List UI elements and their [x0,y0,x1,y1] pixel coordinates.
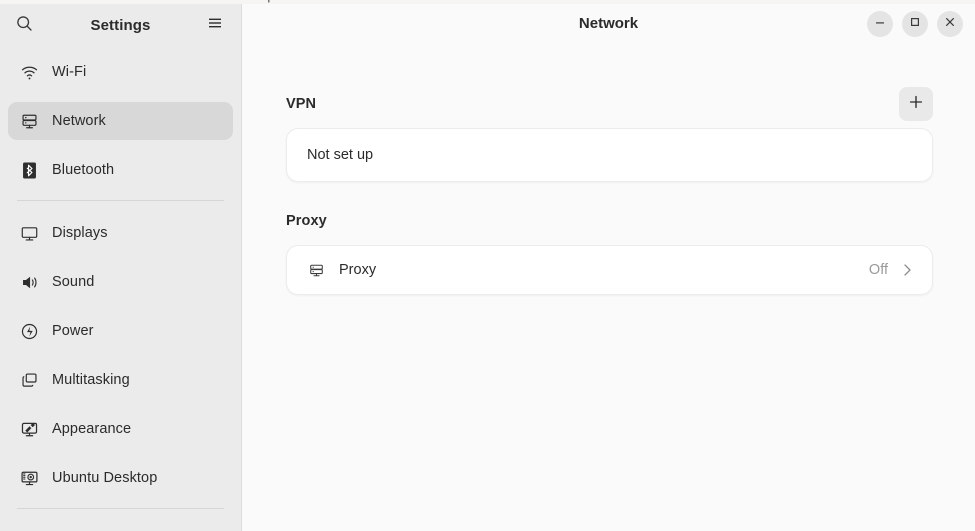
ubuntu-desktop-icon [19,468,39,488]
sidebar-item-label: Power [52,323,94,339]
proxy-card: Proxy Off [286,245,933,295]
close-icon [944,15,956,33]
window-title: Network [578,15,639,32]
window-titlebar: Network [242,0,975,47]
network-icon [307,261,325,279]
sidebar-item-sound[interactable]: Sound [8,263,233,301]
sidebar-item-ubuntu-desktop[interactable]: Ubuntu Desktop [8,459,233,497]
chevron-right-icon [901,262,914,278]
proxy-row-value: Off [868,262,888,278]
proxy-section-title: Proxy [286,213,327,229]
window-controls [867,10,963,37]
minimize-button[interactable] [867,10,893,37]
sidebar-item-label: Network [52,113,106,129]
settings-page: VPN Not set up Proxy Proxy Off [242,47,975,317]
vpn-section-title: VPN [286,96,317,112]
sidebar-item-power[interactable]: Power [8,312,233,350]
sidebar-nav: Wi-Fi Network Bluetooth Displays Sound P… [0,47,241,509]
vpn-empty-row: Not set up [287,129,932,181]
hamburger-menu-icon [207,15,223,36]
proxy-section-header: Proxy [286,204,933,238]
vpn-card: Not set up [286,128,933,182]
proxy-row-label: Proxy [339,262,377,278]
sidebar-item-label: Wi-Fi [52,64,87,80]
sidebar-item-wifi[interactable]: Wi-Fi [8,53,233,91]
speaker-icon [19,272,39,292]
close-button[interactable] [937,10,963,37]
sidebar-item-label: Multitasking [52,372,130,388]
sidebar-item-network[interactable]: Network [8,102,233,140]
plus-icon [908,94,924,115]
maximize-button[interactable] [902,10,928,37]
maximize-icon [909,15,921,33]
sidebar-item-label: Ubuntu Desktop [52,470,158,486]
proxy-row[interactable]: Proxy Off [287,246,932,294]
settings-window: File Process Them Addresses Help Setting… [0,0,975,531]
vpn-section: VPN Not set up [286,87,933,182]
sidebar-item-label: Bluetooth [52,162,115,178]
sidebar-item-label: Sound [52,274,95,290]
bluetooth-icon [19,160,39,180]
main-menu-button[interactable] [201,12,229,40]
vpn-empty-text: Not set up [307,147,374,163]
sidebar-item-label: Appearance [52,421,132,437]
wifi-icon [19,62,39,82]
minimize-icon [874,15,886,33]
sidebar-item-displays[interactable]: Displays [8,214,233,252]
network-icon [19,111,39,131]
sidebar-item-appearance[interactable]: Appearance [8,410,233,448]
sidebar-item-label: Displays [52,225,108,241]
vpn-section-header: VPN [286,87,933,121]
display-icon [19,223,39,243]
sidebar-divider-bottom [17,508,224,509]
sidebar-item-multitasking[interactable]: Multitasking [8,361,233,399]
power-icon [19,321,39,341]
content-area: Network VPN Not set up Proxy Proxy Off [242,0,975,531]
add-vpn-button[interactable] [899,87,933,121]
sidebar-divider [17,200,224,201]
appearance-icon [19,419,39,439]
proxy-section: Proxy Proxy Off [286,204,933,295]
sidebar: Settings Wi-Fi Network Bluetooth Display… [0,0,242,531]
sidebar-item-bluetooth[interactable]: Bluetooth [8,151,233,189]
windows-icon [19,370,39,390]
sidebar-header: Settings [0,4,241,47]
search-icon [16,15,33,37]
search-button[interactable] [10,12,38,40]
